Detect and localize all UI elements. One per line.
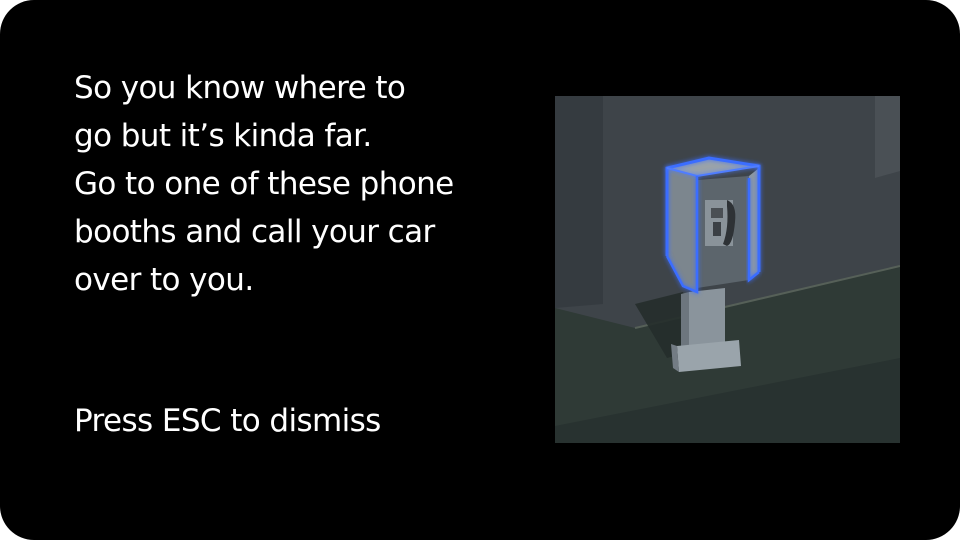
- phone-booth-scene: [555, 96, 900, 443]
- tutorial-panel: So you know where to go but it’s kinda f…: [0, 0, 960, 540]
- tutorial-message: So you know where to go but it’s kinda f…: [74, 70, 454, 298]
- phone-booth-preview-image: [555, 96, 900, 443]
- building-corner: [875, 96, 900, 178]
- dismiss-hint: Press ESC to dismiss: [74, 403, 381, 439]
- wall-left: [555, 96, 603, 308]
- booth-pedestal: [689, 288, 725, 348]
